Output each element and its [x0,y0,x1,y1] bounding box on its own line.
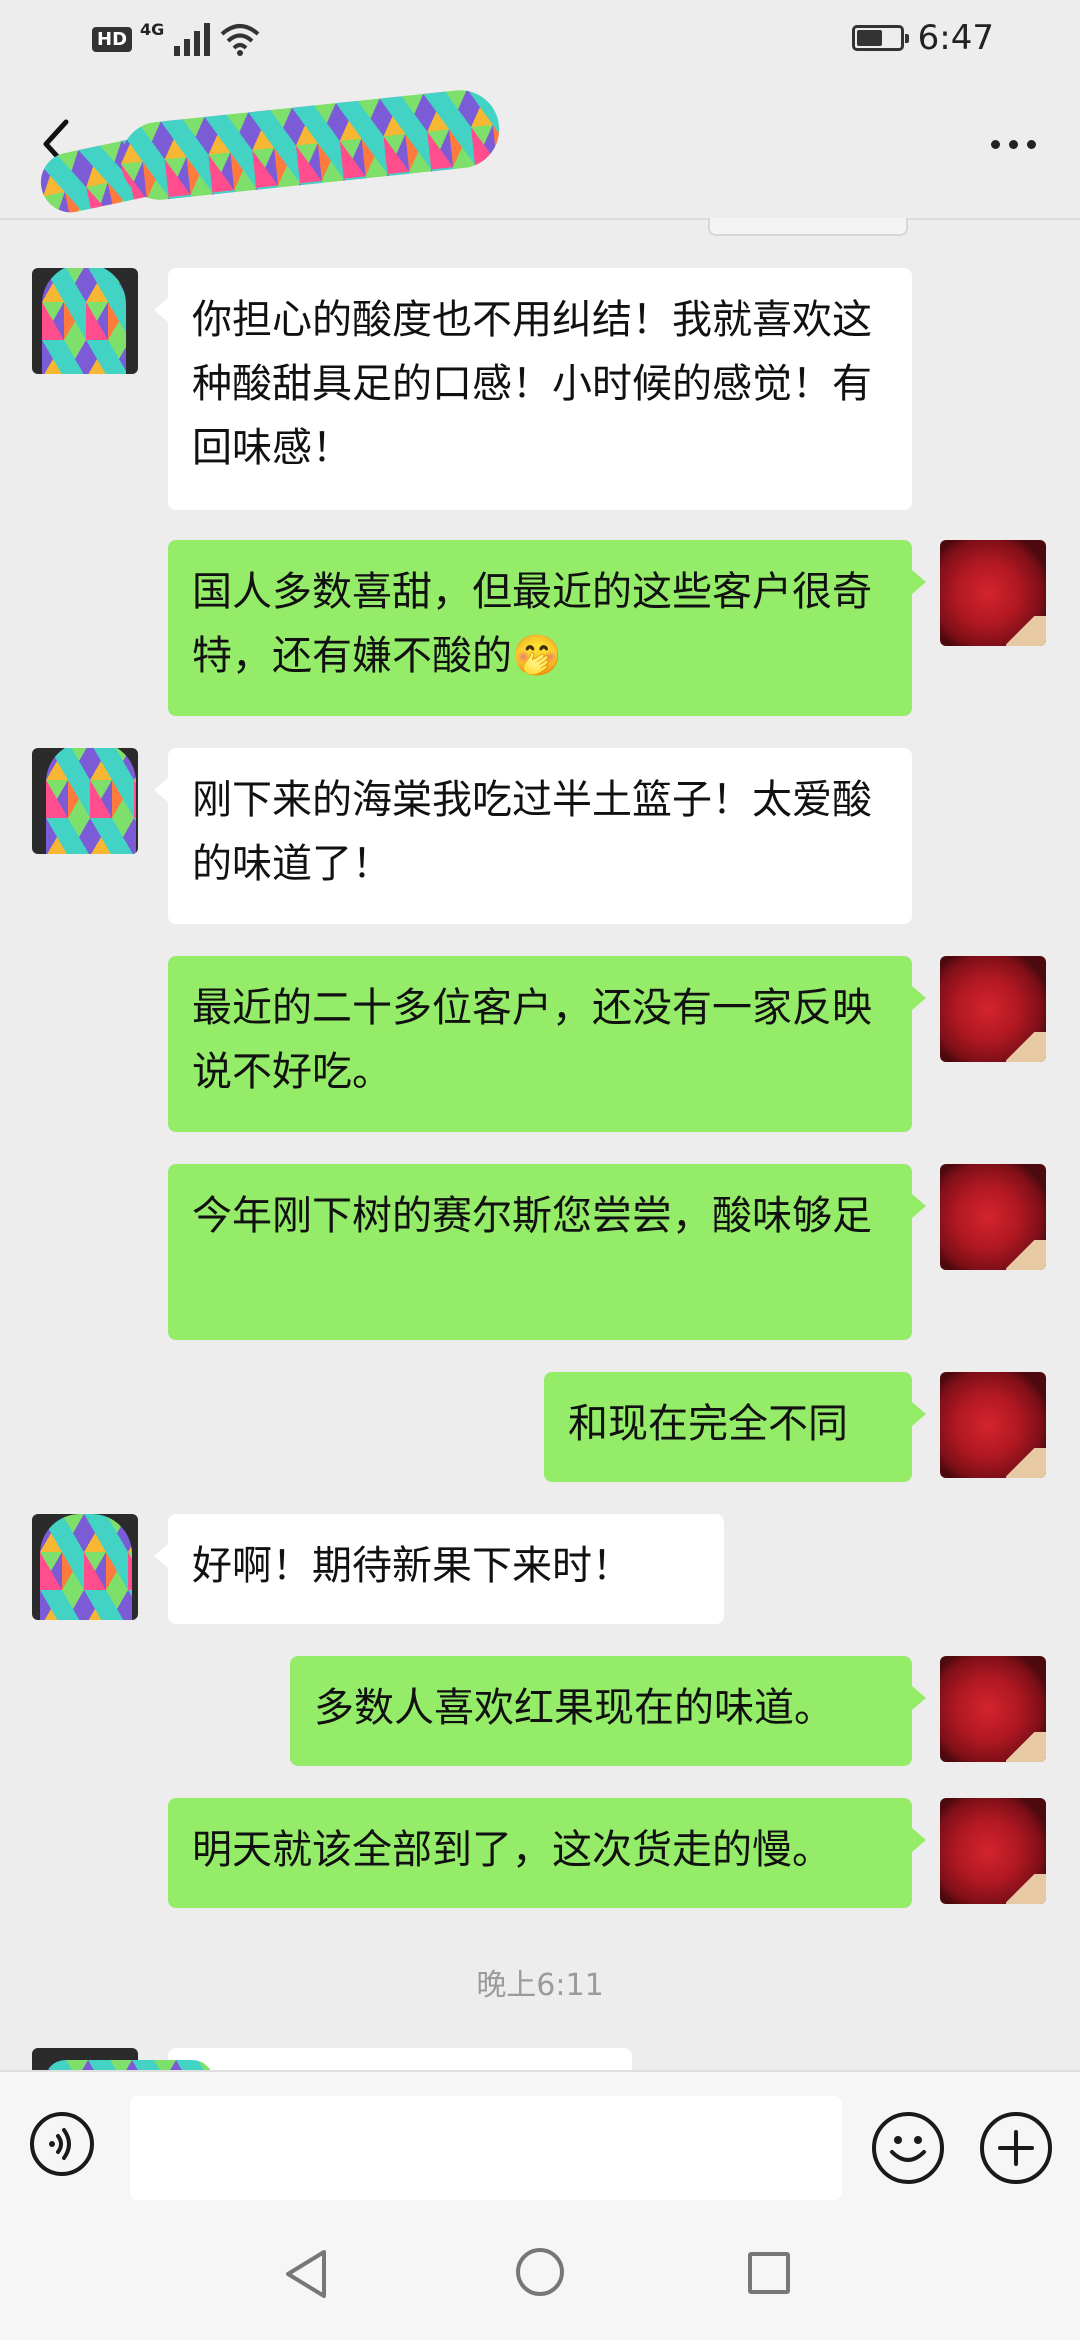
emoji-icon [890,2136,926,2162]
nav-recent-apps-icon[interactable] [748,2252,790,2294]
chat-header [0,84,1080,220]
more-dots-icon[interactable] [991,140,1036,149]
status-bar: HD 4G 6:47 [0,0,1080,84]
system-nav-bar [0,2210,1080,2340]
more-functions-button[interactable] [980,2112,1052,2184]
self-avatar[interactable] [940,1656,1046,1762]
status-time: 6:47 [917,18,994,58]
contact-avatar[interactable] [32,1514,138,1620]
message-bubble[interactable]: 好啊！期待新果下来时！ [154,1514,724,1624]
battery-icon [851,25,909,51]
message-timestamp: 晚上6:11 [476,1968,604,2003]
nav-back-icon[interactable] [282,2248,330,2300]
status-right: 6:47 [851,18,994,58]
voice-icon [49,2128,71,2160]
contact-avatar[interactable] [32,268,138,374]
wifi-icon [220,24,260,56]
message-bubble-partial[interactable] [168,2048,632,2070]
plus-icon [998,2130,1034,2166]
self-avatar[interactable] [940,1372,1046,1478]
hd-badge: HD [92,26,133,52]
message-bubble[interactable]: 和现在完全不同 [544,1372,926,1482]
redaction-blob [44,2060,214,2070]
network-label: 4G [140,19,165,39]
signal-icon [174,23,211,56]
message-input[interactable] [130,2096,842,2200]
message-bubble[interactable]: 你担心的酸度也不用纠结！我就喜欢这种酸甜具足的口感！小时候的感觉！有回味感！ [154,268,912,510]
redaction-blob [116,86,504,204]
contact-avatar[interactable] [32,748,138,854]
message-bubble[interactable]: 最近的二十多位客户，还没有一家反映说不好吃。 [168,956,926,1132]
message-list[interactable]: 你担心的酸度也不用纠结！我就喜欢这种酸甜具足的口感！小时候的感觉！有回味感！ 国… [0,220,1080,2070]
self-avatar[interactable] [940,1798,1046,1904]
message-bubble[interactable]: 明天就该全部到了，这次货走的慢。 [168,1798,926,1908]
status-left: HD 4G [92,19,260,56]
voice-button[interactable] [30,2112,94,2176]
message-bubble[interactable]: 多数人喜欢红果现在的味道。 [290,1656,926,1766]
self-avatar[interactable] [940,1164,1046,1270]
message-bubble[interactable]: 刚下来的海棠我吃过半土篮子！太爱酸的味道了！ [154,748,912,924]
message-bubble[interactable]: 国人多数喜甜，但最近的这些客户很奇特，还有嫌不酸的🤭 [168,540,926,716]
emoji-button[interactable] [872,2112,944,2184]
contact-name-redacted [35,86,504,218]
self-avatar[interactable] [940,956,1046,1062]
message-bubble[interactable]: 今年刚下树的赛尔斯您尝尝，酸味够足 [168,1164,926,1340]
input-bar [0,2070,1080,2210]
nav-home-icon[interactable] [516,2248,564,2296]
self-avatar[interactable] [940,540,1046,646]
